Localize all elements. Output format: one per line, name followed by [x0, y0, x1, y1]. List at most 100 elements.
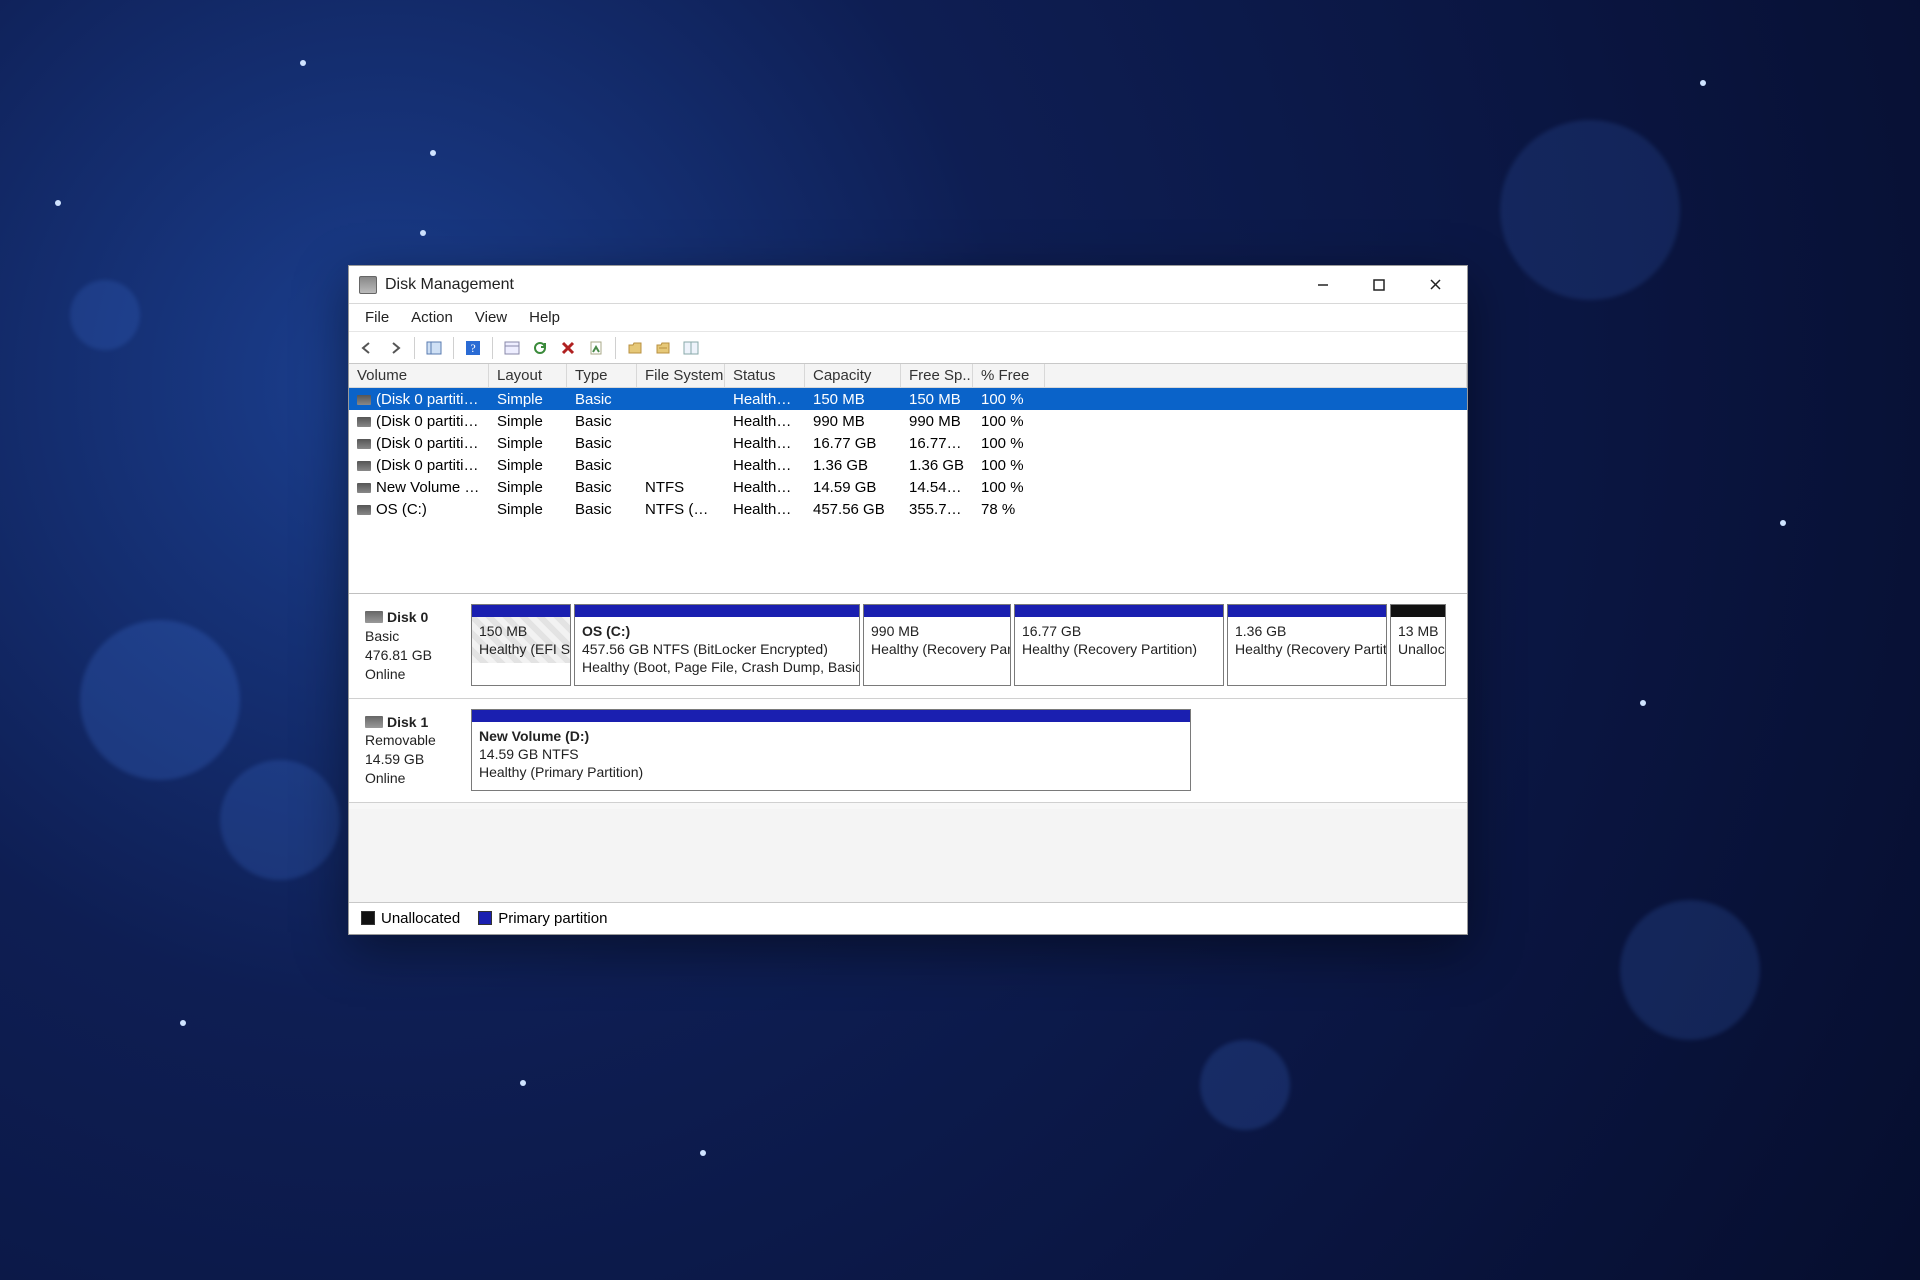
cell: 1.36 GB: [901, 457, 973, 474]
cell: 150 MB: [805, 391, 901, 408]
cell: 78 %: [973, 501, 1045, 518]
back-button[interactable]: [355, 336, 379, 360]
cell: Healthy (R...: [725, 413, 805, 430]
menu-file[interactable]: File: [355, 307, 399, 328]
cell: (Disk 0 partition 6): [349, 457, 489, 474]
rescan-button[interactable]: [528, 336, 552, 360]
legend: Unallocated Primary partition: [349, 902, 1467, 934]
maximize-button[interactable]: [1351, 266, 1407, 304]
delete-button[interactable]: [556, 336, 580, 360]
menu-help[interactable]: Help: [519, 307, 570, 328]
folder2-icon: [656, 341, 670, 355]
partition[interactable]: 16.77 GBHealthy (Recovery Partition): [1014, 604, 1224, 686]
cell: (Disk 0 partition 4): [349, 413, 489, 430]
misc-button-1[interactable]: [651, 336, 675, 360]
table-row[interactable]: (Disk 0 partition 1)SimpleBasicHealthy (…: [349, 388, 1467, 410]
col-filesystem[interactable]: File System: [637, 364, 725, 387]
cell: 150 MB: [901, 391, 973, 408]
partition-wrap: New Volume (D:)14.59 GB NTFSHealthy (Pri…: [471, 709, 1457, 791]
menubar: File Action View Help: [349, 304, 1467, 332]
minimize-icon: [1316, 278, 1330, 292]
cell: Basic: [567, 391, 637, 408]
toolbar: ?: [349, 332, 1467, 364]
col-capacity[interactable]: Capacity: [805, 364, 901, 387]
cell: Basic: [567, 501, 637, 518]
col-status[interactable]: Status: [725, 364, 805, 387]
cell: Basic: [567, 413, 637, 430]
maximize-icon: [1373, 279, 1385, 291]
arrow-right-icon: [387, 341, 403, 355]
settings-button[interactable]: [623, 336, 647, 360]
disk-info: Disk 0Basic476.81 GBOnline: [359, 604, 471, 688]
cell: OS (C:): [349, 501, 489, 518]
partition[interactable]: 150 MBHealthy (EFI Syst: [471, 604, 571, 686]
cell: 990 MB: [805, 413, 901, 430]
col-free[interactable]: Free Sp...: [901, 364, 973, 387]
partition-body: 16.77 GBHealthy (Recovery Partition): [1015, 617, 1223, 663]
misc-button-2[interactable]: [679, 336, 703, 360]
properties-icon: [589, 341, 603, 355]
menu-view[interactable]: View: [465, 307, 517, 328]
cell: Simple: [489, 413, 567, 430]
col-layout[interactable]: Layout: [489, 364, 567, 387]
cell: 14.54 GB: [901, 479, 973, 496]
cell: Healthy (B...: [725, 501, 805, 518]
volume-list: Volume Layout Type File System Status Ca…: [349, 364, 1467, 594]
partition[interactable]: New Volume (D:)14.59 GB NTFSHealthy (Pri…: [471, 709, 1191, 791]
col-pctfree[interactable]: % Free: [973, 364, 1045, 387]
partition-bar: [472, 605, 570, 617]
partition[interactable]: 990 MBHealthy (Recovery Partit: [863, 604, 1011, 686]
cell: Simple: [489, 391, 567, 408]
svg-text:?: ?: [470, 341, 475, 355]
cell: Simple: [489, 501, 567, 518]
partition[interactable]: 1.36 GBHealthy (Recovery Partiti: [1227, 604, 1387, 686]
partition[interactable]: 13 MBUnalloc: [1390, 604, 1446, 686]
drive-icon: [357, 439, 371, 449]
rescan-icon: [532, 340, 548, 356]
partition-bar: [575, 605, 859, 617]
col-rest[interactable]: [1045, 364, 1467, 387]
refresh-button[interactable]: [500, 336, 524, 360]
partition-body: 990 MBHealthy (Recovery Partit: [864, 617, 1010, 663]
cell: (Disk 0 partition 5): [349, 435, 489, 452]
titlebar[interactable]: Disk Management: [349, 266, 1467, 304]
cell: Simple: [489, 435, 567, 452]
menu-action[interactable]: Action: [401, 307, 463, 328]
properties-button[interactable]: [584, 336, 608, 360]
drive-icon: [357, 395, 371, 405]
cell: Healthy (P...: [725, 479, 805, 496]
graphical-view: Disk 0Basic476.81 GBOnline150 MBHealthy …: [349, 594, 1467, 934]
cell: 990 MB: [901, 413, 973, 430]
partition-bar: [1391, 605, 1445, 617]
partition-bar: [1015, 605, 1223, 617]
cell: 100 %: [973, 413, 1045, 430]
close-button[interactable]: [1407, 266, 1463, 304]
partition-body: 150 MBHealthy (EFI Syst: [472, 617, 570, 663]
cell: 16.77 GB: [805, 435, 901, 452]
legend-primary: Primary partition: [478, 910, 607, 927]
table-row[interactable]: New Volume (D:)SimpleBasicNTFSHealthy (P…: [349, 476, 1467, 498]
cell: 457.56 GB: [805, 501, 901, 518]
arrow-left-icon: [359, 341, 375, 355]
partition-body: 13 MBUnalloc: [1391, 617, 1445, 663]
drive-icon: [357, 483, 371, 493]
minimize-button[interactable]: [1295, 266, 1351, 304]
table-row[interactable]: (Disk 0 partition 6)SimpleBasicHealthy (…: [349, 454, 1467, 476]
help-button[interactable]: ?: [461, 336, 485, 360]
help-icon: ?: [465, 340, 481, 356]
show-hide-tree-button[interactable]: [422, 336, 446, 360]
cell: 100 %: [973, 391, 1045, 408]
cell: Basic: [567, 435, 637, 452]
list-body: (Disk 0 partition 1)SimpleBasicHealthy (…: [349, 388, 1467, 520]
col-volume[interactable]: Volume: [349, 364, 489, 387]
tree-icon: [426, 341, 442, 355]
partition-bar: [472, 710, 1190, 722]
col-type[interactable]: Type: [567, 364, 637, 387]
forward-button[interactable]: [383, 336, 407, 360]
table-row[interactable]: (Disk 0 partition 5)SimpleBasicHealthy (…: [349, 432, 1467, 454]
table-row[interactable]: (Disk 0 partition 4)SimpleBasic Healthy (…: [349, 410, 1467, 432]
partition[interactable]: OS (C:)457.56 GB NTFS (BitLocker Encrypt…: [574, 604, 860, 686]
cell: NTFS (BitLo...: [637, 501, 725, 518]
drive-icon: [357, 505, 371, 515]
table-row[interactable]: OS (C:)SimpleBasicNTFS (BitLo...Healthy …: [349, 498, 1467, 520]
